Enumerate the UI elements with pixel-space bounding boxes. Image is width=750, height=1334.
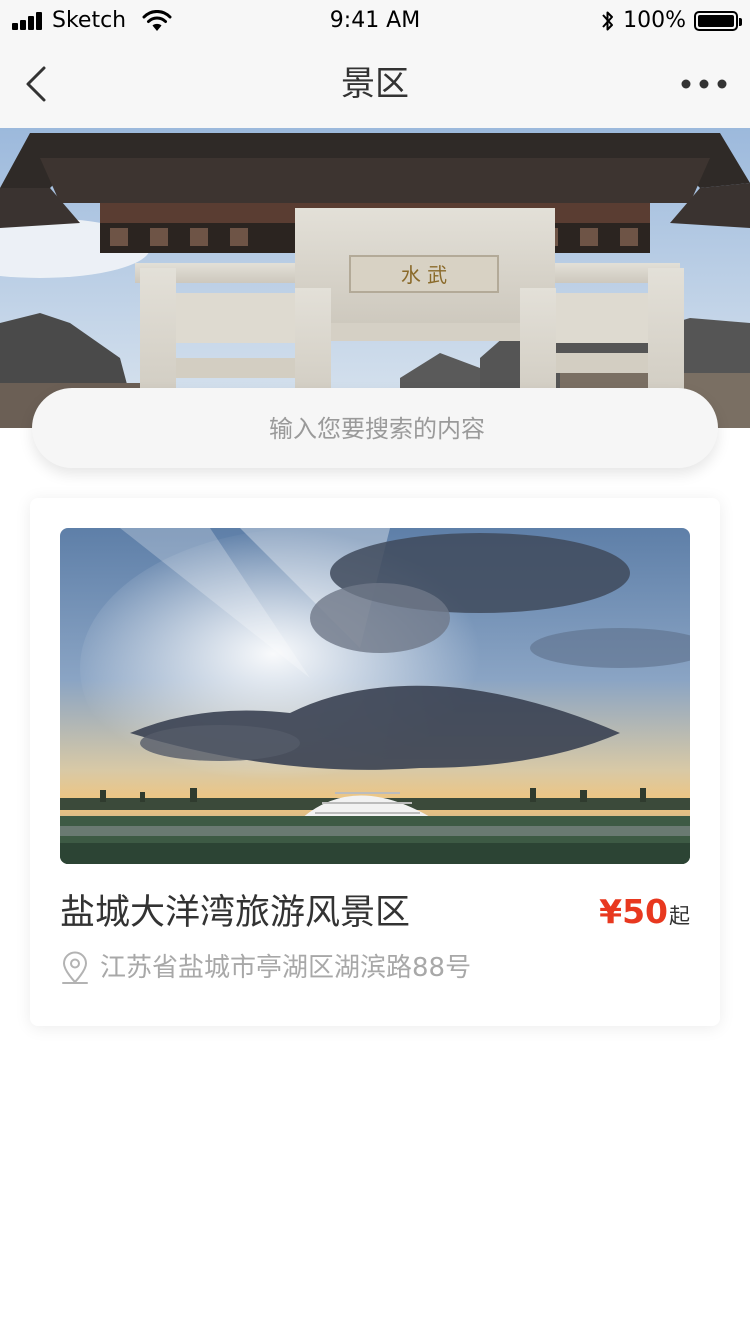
price-tag: ¥50 起 <box>599 892 690 931</box>
address-text: 江苏省盐城市亭湖区湖滨路88号 <box>100 953 472 983</box>
hero-banner-image: 水 武 <box>0 128 750 428</box>
battery-fill <box>698 15 734 27</box>
bluetooth-icon <box>602 11 614 31</box>
scenic-address: 江苏省盐城市亭湖区湖滨路88号 <box>60 950 471 986</box>
battery-percent: 100% <box>623 8 686 33</box>
scenic-photo <box>60 528 690 864</box>
scenic-list-page: Sketch 9:41 AM 100% 景区 水 武 输入您要搜索的内容 盐城大… <box>0 0 750 1334</box>
hero-sign-text: 水 武 <box>401 263 447 287</box>
price-amount: ¥50 <box>599 892 668 931</box>
more-dots-icon <box>681 79 727 89</box>
scenic-card[interactable]: 盐城大洋湾旅游风景区 ¥50 起 江苏省盐城市亭湖区湖滨路88号 <box>30 498 720 1026</box>
battery-cap <box>739 18 742 26</box>
more-button[interactable] <box>678 68 730 100</box>
price-suffix: 起 <box>669 904 690 928</box>
location-pin-icon <box>62 951 88 984</box>
status-bar: Sketch 9:41 AM 100% <box>0 0 750 40</box>
search-input[interactable] <box>32 388 722 470</box>
battery-icon <box>694 11 742 31</box>
navigation-bar: 景区 <box>0 40 750 128</box>
page-title: 景区 <box>341 64 409 104</box>
scenic-name: 盐城大洋湾旅游风景区 <box>60 893 411 933</box>
status-right: 100% <box>601 8 742 34</box>
search-bar <box>32 388 722 470</box>
